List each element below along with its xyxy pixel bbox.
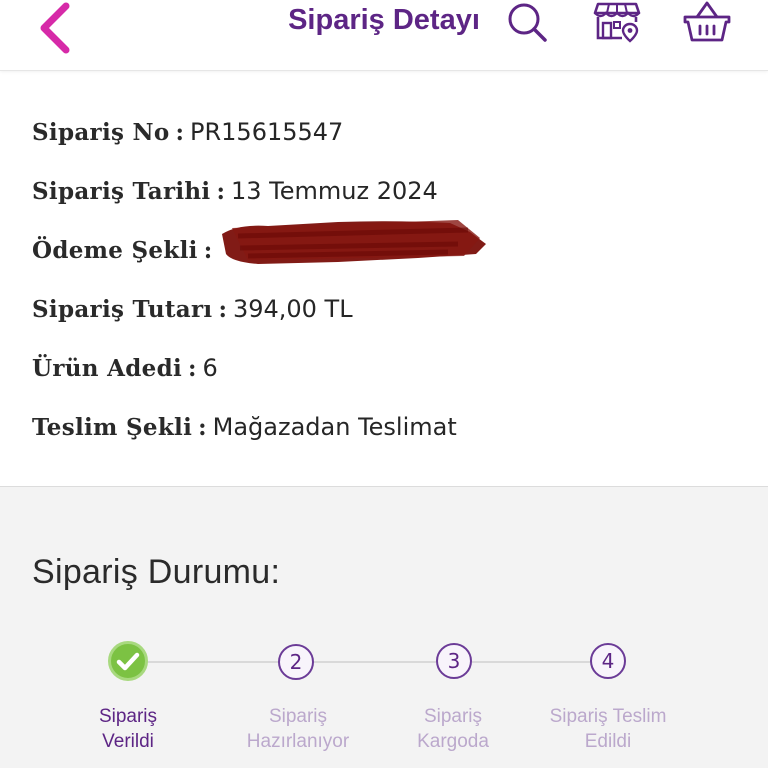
step-label-ordered: Sipariş Verildi: [98, 706, 158, 752]
progress-connector: [314, 661, 436, 663]
detail-label: Sipariş No: [32, 119, 170, 146]
search-icon: [508, 3, 547, 42]
checkmark-icon: [116, 652, 140, 671]
basket-icon: [683, 1, 731, 42]
step-label-shipped: Sipariş Kargoda: [417, 706, 489, 752]
store-locator-button[interactable]: [592, 0, 642, 44]
step-completed-indicator: [108, 641, 148, 681]
progress-connector: [472, 661, 590, 663]
detail-label: Teslim Şekli: [32, 414, 193, 441]
progress-connector: [146, 661, 278, 663]
delivery-method-row: Teslim Şekli: Mağazadan Teslimat: [32, 413, 457, 441]
basket-button[interactable]: [682, 0, 732, 44]
search-button[interactable]: [502, 0, 552, 44]
detail-label: Sipariş Tarihi: [32, 178, 211, 205]
payment-method-row: Ödeme Şekli:: [32, 220, 532, 270]
order-date-row: Sipariş Tarihi:13 Temmuz 2024: [32, 177, 438, 205]
step-label-preparing: Sipariş Hazırlanıyor: [246, 706, 350, 752]
step-label-delivered: Sipariş Teslim Edildi: [549, 706, 667, 752]
order-status-title: Sipariş Durumu:: [32, 553, 281, 591]
page-title: Sipariş Detayı: [288, 4, 480, 36]
step-number-indicator: 4: [590, 643, 626, 679]
detail-label: Sipariş Tutarı: [32, 296, 213, 323]
delivery-method-value: Mağazadan Teslimat: [212, 413, 457, 441]
order-number-row: Sipariş No: PR15615547: [32, 118, 344, 146]
item-count-value: 6: [202, 354, 218, 382]
step-number-indicator: 3: [436, 643, 472, 679]
order-status-section: Sipariş Durumu: 2 3 4 Sipariş Verildi Si…: [0, 487, 768, 768]
detail-label: Ürün Adedi: [32, 355, 183, 382]
item-count-row: Ürün Adedi:6: [32, 354, 218, 382]
step-number-indicator: 2: [278, 644, 314, 680]
app-header: Sipariş Detayı: [0, 0, 768, 71]
redaction-scribble: [222, 220, 486, 264]
order-number-value: PR15615547: [190, 118, 344, 146]
order-date-value: 13 Temmuz 2024: [230, 177, 438, 205]
order-total-row: Sipariş Tutarı:394,00 TL: [32, 295, 353, 323]
store-location-icon: [593, 2, 641, 43]
detail-label: Ödeme Şekli: [32, 237, 198, 264]
order-total-value: 394,00 TL: [232, 295, 353, 323]
